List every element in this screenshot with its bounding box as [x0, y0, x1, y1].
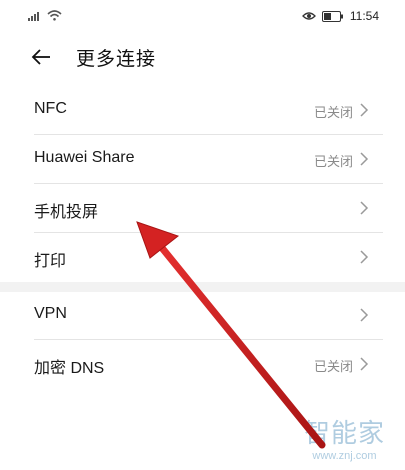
row-label: NFC	[34, 100, 67, 117]
row-label: 加密 DNS	[34, 360, 105, 377]
status-right: 11:54	[301, 9, 379, 23]
row-status: 已关闭	[313, 360, 353, 375]
chevron-right-icon	[360, 357, 369, 371]
row-huawei-share[interactable]: Huawei Share 已关闭	[0, 135, 405, 184]
row-label: Huawei Share	[34, 149, 135, 166]
row-vpn[interactable]: VPN	[0, 291, 405, 340]
chevron-right-icon	[360, 250, 369, 264]
watermark-brand: 智能家	[303, 419, 385, 449]
arrow-left-icon	[31, 49, 50, 65]
chevron-right-icon	[360, 308, 369, 322]
chevron-right-icon	[360, 103, 369, 117]
row-nfc[interactable]: NFC 已关闭	[0, 86, 405, 135]
battery-icon	[321, 10, 343, 22]
watermark-url: www.znj.com	[312, 450, 377, 462]
eye-icon	[301, 12, 316, 20]
header: 更多连接	[0, 34, 405, 80]
row-label: 打印	[34, 253, 67, 270]
row-print[interactable]: 打印	[0, 233, 405, 282]
chevron-right-icon	[360, 152, 369, 166]
row-encrypted-dns[interactable]: 加密 DNS 已关闭	[0, 340, 405, 389]
row-label: VPN	[34, 305, 67, 322]
screen: 11:54 更多连接 NFC 已关闭 Huawei Share 已关闭 手机投屏	[0, 0, 405, 470]
watermark: 智能家 www.znj.com	[304, 413, 385, 462]
row-status: 已关闭	[313, 155, 353, 170]
back-button[interactable]	[30, 42, 60, 72]
chevron-right-icon	[360, 201, 369, 215]
wifi-icon	[47, 10, 62, 21]
row-status: 已关闭	[313, 106, 353, 121]
status-time: 11:54	[349, 9, 379, 23]
row-screen-projection[interactable]: 手机投屏	[0, 184, 405, 233]
row-label: 手机投屏	[34, 204, 99, 221]
status-left	[28, 10, 62, 21]
page-title: 更多连接	[76, 48, 157, 70]
signal-icon	[28, 12, 39, 21]
status-bar: 11:54	[0, 0, 405, 34]
